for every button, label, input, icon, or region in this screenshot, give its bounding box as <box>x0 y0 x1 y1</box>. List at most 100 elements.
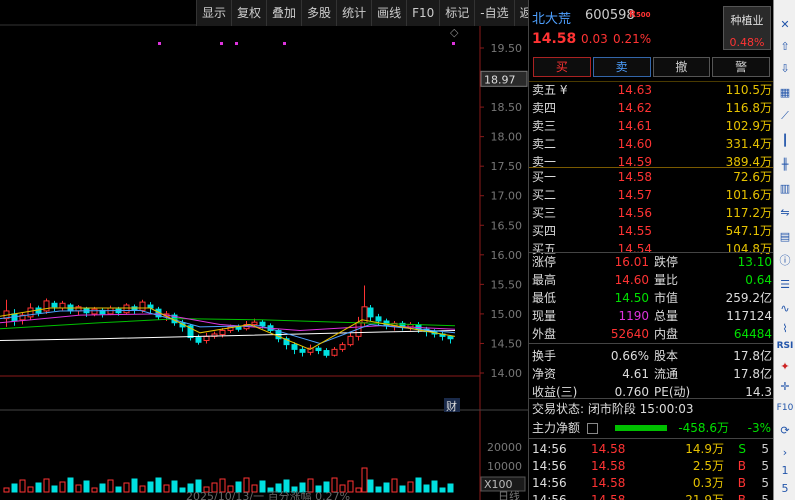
rsi-tool[interactable]: RSI <box>775 336 795 356</box>
toolbar-button[interactable]: 叠加 <box>267 0 303 26</box>
line-chart-icon[interactable]: ⟋ <box>775 106 795 126</box>
list-icon[interactable] <box>587 423 598 434</box>
tick-price: 14.58 <box>591 459 626 473</box>
alert-button[interactable]: 警 <box>712 57 770 77</box>
level-price: 14.57 <box>617 188 652 202</box>
ask-level[interactable]: 卖四 14.62 116.8万 <box>529 99 774 117</box>
toolbar-button[interactable]: 复权 <box>232 0 268 26</box>
stat-label: 流通 <box>654 367 679 381</box>
volume-bar <box>391 478 398 493</box>
kline-icon[interactable]: ╫ <box>775 154 795 174</box>
stat-label: 跌停 <box>654 255 679 269</box>
candle-body <box>203 335 210 342</box>
bid-level[interactable]: 买二 14.57 101.6万 <box>529 186 774 204</box>
stat-value: 117124 <box>726 309 772 323</box>
event-marker <box>283 42 286 45</box>
stock-name[interactable]: 北大荒 <box>532 8 571 27</box>
arrow-down-icon[interactable]: ⇩ <box>775 58 795 78</box>
quote-panel: 北大荒 600598 R500 14.58 0.03 0.21% 种植业 0.4… <box>528 0 774 500</box>
toolbar-button[interactable]: 显示 <box>197 0 233 26</box>
grid-icon[interactable]: ▦ <box>775 82 795 102</box>
wave-icon[interactable]: ⌇ <box>775 318 795 338</box>
ask-level[interactable]: 卖五 ¥ 14.63 110.5万 <box>529 81 774 99</box>
bid-level[interactable]: 买一 14.58 72.6万 <box>529 168 774 186</box>
kline-chart-area[interactable]: 19.5019.0018.5018.0017.5017.0016.5016.00… <box>0 0 550 500</box>
tick-side: B <box>737 459 746 473</box>
ask-level[interactable]: 卖三 14.61 102.9万 <box>529 117 774 135</box>
toolbar-button[interactable]: 多股 <box>302 0 338 26</box>
period-5-tool[interactable]: 5 <box>775 478 795 498</box>
buy-button[interactable]: 买 <box>533 57 591 77</box>
volume-tick-label: 10000 <box>487 460 522 473</box>
stat-label: 最低 <box>532 291 557 305</box>
toolbar-button[interactable]: 标记 <box>440 0 476 26</box>
stat-cell: 流通 17.8亿 <box>651 365 774 383</box>
stat-cell: 市值 259.2亿 <box>651 289 774 307</box>
level-volume: 110.5万 <box>725 83 772 97</box>
tick-count: 5 <box>761 493 769 500</box>
volume-bar <box>355 487 362 493</box>
candle-body <box>139 301 146 311</box>
tick-time: 14:56 <box>532 493 567 500</box>
volume-bar <box>171 480 178 493</box>
quote-header: 北大荒 600598 R500 14.58 0.03 0.21% 种植业 0.4… <box>529 0 774 52</box>
flag-icon[interactable]: ✦ <box>775 356 795 376</box>
toolbar-button[interactable]: 画线 <box>372 0 408 26</box>
cancel-order-button[interactable]: 撤 <box>652 57 711 77</box>
bid-level[interactable]: 买三 14.56 117.2万 <box>529 204 774 222</box>
wave-icon[interactable]: ∿ <box>775 298 795 318</box>
bid-level[interactable]: 买四 14.55 547.1万 <box>529 222 774 240</box>
price-tick-label: 17.00 <box>491 190 523 203</box>
candle-body <box>27 307 34 318</box>
period-1-tool[interactable]: 1 <box>775 460 795 480</box>
arrow-up-icon[interactable]: ⇧ <box>775 36 795 56</box>
volume-bar <box>35 482 42 493</box>
volume-icon[interactable]: ▥ <box>775 178 795 198</box>
stat-label: 量比 <box>654 273 679 287</box>
volume-bar <box>439 487 446 493</box>
level-price: 14.56 <box>617 206 652 220</box>
tick-volume: 14.9万 <box>685 442 724 456</box>
chevron-right-icon[interactable]: › <box>775 442 795 462</box>
price-tick-label: 16.50 <box>491 219 523 232</box>
close-icon[interactable]: ✕ <box>775 14 795 34</box>
level-volume: 102.9万 <box>725 119 772 133</box>
fin-marker: 财 <box>446 399 457 413</box>
refresh-icon[interactable]: ⟳ <box>775 420 795 440</box>
toolbar-button[interactable]: 统计 <box>337 0 373 26</box>
event-marker <box>158 42 161 45</box>
stat-value: 0.66% <box>610 349 649 363</box>
crosshair-icon[interactable]: ✛ <box>775 376 795 396</box>
sell-button[interactable]: 卖 <box>592 57 651 77</box>
volume-bar <box>431 480 438 493</box>
stat-cell: 净资 4.61 <box>529 365 651 383</box>
tick-time: 14:56 <box>532 442 567 456</box>
compare-icon[interactable]: ⇋ <box>775 202 795 222</box>
volume-bar <box>19 479 26 493</box>
candle-body <box>323 350 330 356</box>
info-icon[interactable]: ⓘ <box>775 250 795 270</box>
stat-cell: 现量 1190 <box>529 307 651 325</box>
candle-icon[interactable]: ┃ <box>775 130 795 150</box>
f10-tool[interactable]: F10 <box>775 398 795 418</box>
level-label: 买三 <box>532 206 557 220</box>
price-tick-label: 15.50 <box>491 278 523 291</box>
kline-chart[interactable]: 19.5019.0018.5018.0017.5017.0016.5016.00… <box>0 0 528 500</box>
level-label: 卖四 <box>532 101 557 115</box>
ask-level[interactable]: 卖二 14.60 331.4万 <box>529 135 774 153</box>
tick-count: 5 <box>761 442 769 456</box>
table-icon[interactable]: ▤ <box>775 226 795 246</box>
volume-bar <box>447 483 454 493</box>
list-icon[interactable]: ☰ <box>775 274 795 294</box>
main-flow-label: 主力净额 <box>532 421 581 435</box>
toolbar-button[interactable]: F10 <box>407 0 441 26</box>
toolbar-button[interactable]: -自选 <box>475 0 515 26</box>
volume-bar <box>407 481 414 493</box>
candle-body <box>259 321 266 327</box>
candle-body <box>347 335 354 346</box>
sector-box[interactable]: 种植业 0.48% <box>723 6 771 50</box>
stat-label: 总量 <box>654 309 679 323</box>
price-tick-label: 14.50 <box>491 337 523 350</box>
badge-letter: R <box>629 10 636 20</box>
level-label: 卖二 <box>532 137 557 151</box>
